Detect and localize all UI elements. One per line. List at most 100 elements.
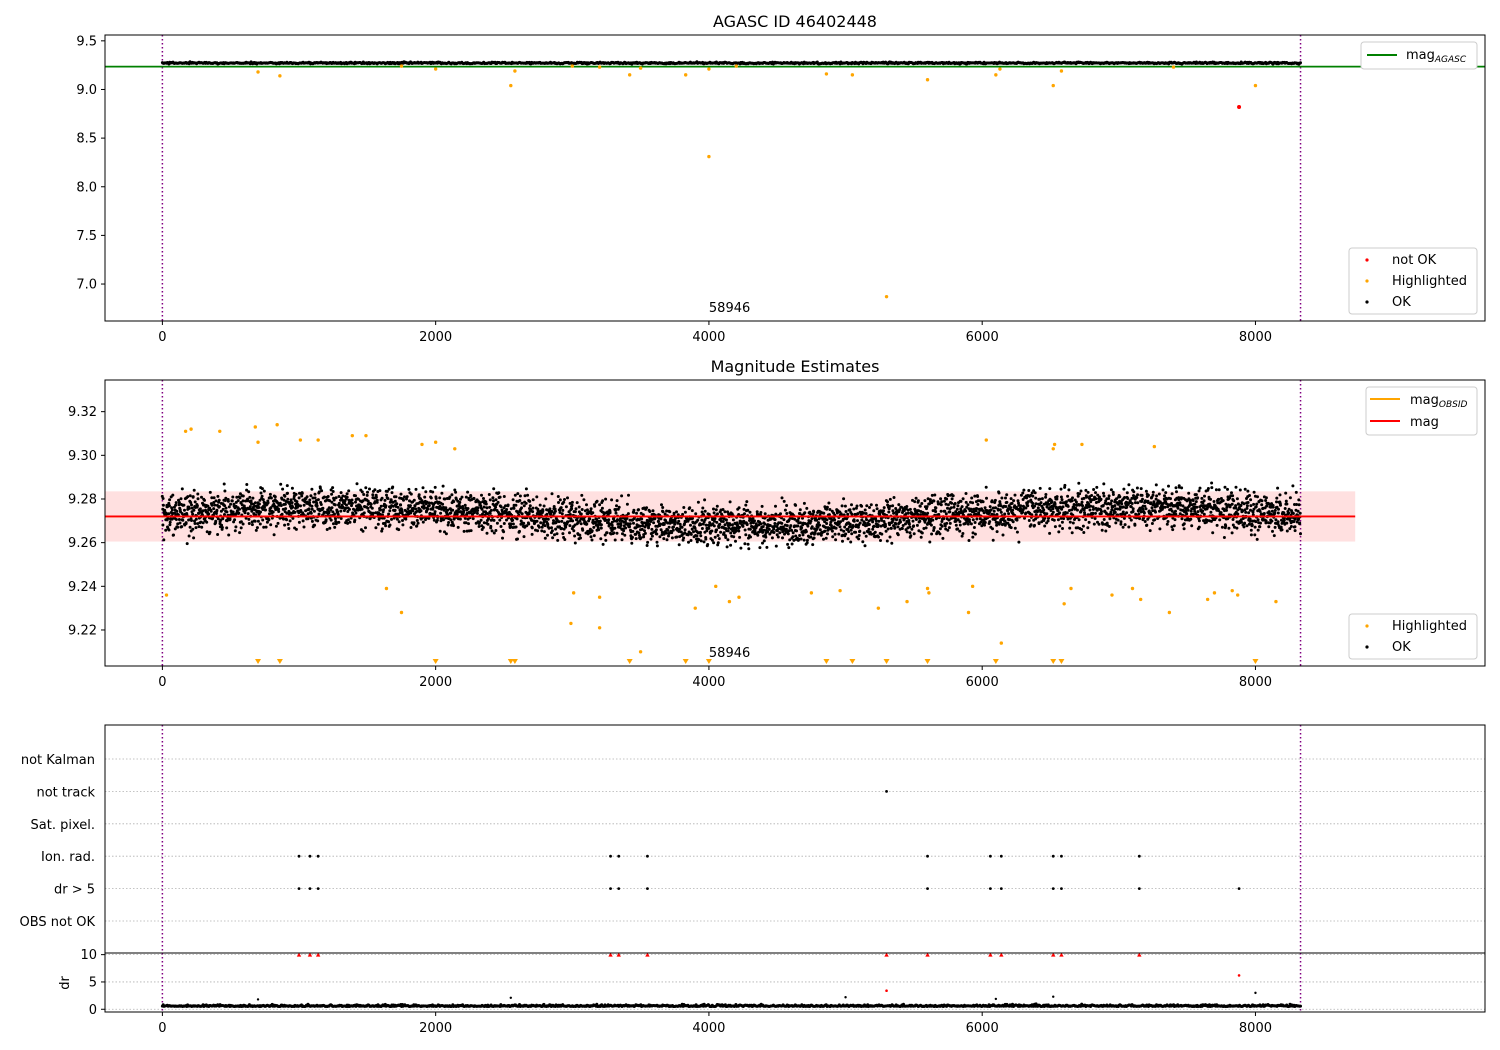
ok-point (1070, 531, 1074, 535)
highlighted-point (850, 73, 855, 77)
ok-point (716, 541, 720, 545)
ok-point (780, 521, 784, 525)
obsid-annotation: 58946 (709, 301, 750, 316)
ok-point (433, 485, 437, 489)
ok-point (415, 524, 419, 528)
ok-point (285, 484, 289, 488)
ok-point (193, 522, 197, 525)
ok-point (1066, 504, 1070, 508)
ok-point (284, 507, 288, 511)
ok-point (250, 523, 254, 527)
ok-point (310, 519, 314, 523)
ok-point (715, 528, 719, 532)
ok-point (1091, 505, 1095, 509)
ok-point (632, 521, 635, 525)
ok-point (716, 512, 719, 516)
ok-point (387, 520, 391, 524)
ok-point (571, 519, 575, 523)
ok-point (682, 536, 686, 540)
ok-point (555, 532, 559, 536)
ok-point (326, 495, 330, 498)
y-tick-label: 9.0 (76, 83, 97, 98)
ok-point (222, 482, 226, 486)
ok-point (192, 536, 196, 540)
ok-point (494, 498, 498, 502)
ok-point (805, 506, 809, 510)
ok-point (1109, 502, 1113, 505)
ok-point (550, 492, 554, 496)
ok-point (774, 544, 778, 548)
ok-point (604, 538, 608, 542)
legend-label-highlighted: Highlighted (1392, 274, 1467, 289)
ok-point (634, 537, 638, 541)
ok-point (379, 504, 383, 508)
ok-point (1009, 526, 1013, 530)
ok-point (782, 518, 786, 522)
ok-point (528, 504, 532, 508)
ok-point (580, 493, 584, 497)
ok-point (869, 503, 873, 507)
ok-point (1059, 487, 1063, 491)
ok-point (1055, 495, 1059, 499)
ok-point (388, 523, 392, 527)
ok-point (825, 518, 829, 522)
ok-point (959, 499, 963, 503)
ok-point (613, 526, 617, 530)
ok-point (333, 503, 337, 507)
chart-title: AGASC ID 46402448 (713, 12, 877, 31)
ok-point (689, 523, 692, 527)
ok-point (337, 495, 341, 498)
ok-point (175, 509, 179, 513)
ok-point (604, 518, 608, 522)
ok-point (462, 529, 466, 533)
ok-point (726, 529, 730, 533)
ok-point (689, 539, 693, 542)
ok-point (590, 538, 594, 542)
ok-point (485, 531, 489, 535)
ok-point (228, 517, 232, 521)
highlighted-point (1051, 83, 1055, 88)
ok-point (953, 502, 957, 505)
ok-point (256, 519, 260, 523)
highlighted-point (683, 73, 688, 77)
ok-point (452, 500, 456, 504)
ok-point (1071, 521, 1075, 525)
ok-point (776, 535, 780, 539)
ok-point (607, 518, 611, 522)
ok-point (1059, 495, 1063, 499)
ok-point (313, 496, 317, 500)
ok-point (185, 542, 189, 546)
ok-point (595, 499, 599, 503)
ok-point (205, 520, 209, 524)
ok-point (844, 510, 848, 513)
ok-point (366, 506, 370, 510)
ok-point (283, 523, 287, 527)
ok-point (734, 539, 737, 543)
ok-point (213, 503, 217, 507)
ok-point (729, 531, 733, 535)
ok-point (655, 532, 659, 536)
ok-point (476, 509, 480, 512)
ok-point (328, 526, 332, 530)
ok-point (512, 506, 516, 510)
ok-point (560, 519, 564, 523)
ok-point (738, 535, 742, 539)
ok-point (756, 533, 760, 537)
ok-point (393, 508, 397, 512)
ok-point (161, 523, 165, 527)
ok-point (557, 520, 561, 524)
ok-point (964, 492, 968, 495)
ok-point (558, 498, 562, 502)
ok-point (589, 535, 593, 539)
ok-point (215, 508, 219, 512)
legend-status-top: not OK Highlighted OK (1348, 247, 1478, 315)
ok-point (1099, 497, 1103, 501)
ok-point (1043, 524, 1047, 528)
ok-point (615, 531, 619, 535)
ok-point (241, 494, 245, 498)
ok-point (763, 522, 767, 526)
ok-point (1037, 522, 1041, 526)
ok-point (174, 503, 178, 507)
legend-agasc: magAGASC (1360, 41, 1478, 70)
ok-point (744, 533, 748, 537)
